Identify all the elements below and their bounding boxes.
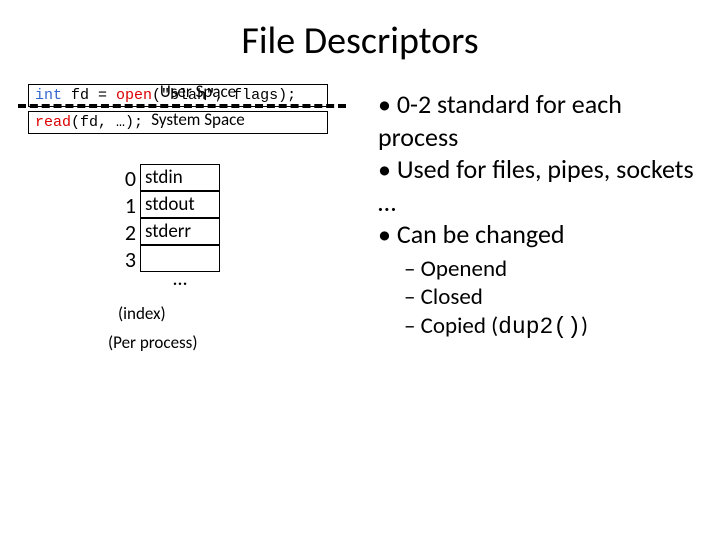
list-item: 0-2 standard for each process: [378, 88, 700, 153]
space-labels: User Space System Space: [48, 82, 348, 131]
table-row: 1 stdout: [118, 192, 368, 219]
content-area: int fd = open("blah", flags); read(fd, ……: [0, 74, 720, 353]
list-item: Openend: [404, 255, 700, 284]
page-title: File Descriptors: [0, 0, 720, 74]
sub-text: Copied (: [421, 312, 498, 340]
right-column: 0-2 standard for each process Used for f…: [368, 84, 700, 353]
user-space-label: User Space: [48, 82, 348, 102]
per-process-caption: (Per process): [108, 332, 368, 353]
fd-index: 2: [118, 219, 140, 246]
sub-list: Openend Closed Copied (dup2()): [404, 255, 700, 342]
code-dup2: dup2(): [498, 314, 581, 340]
fd-name: stderr: [140, 218, 220, 245]
fd-index: 0: [118, 165, 140, 192]
index-caption: (index): [118, 303, 368, 324]
fd-ellipsis: …: [140, 273, 220, 293]
table-row: 2 stderr: [118, 219, 368, 246]
list-item: Can be changed Openend Closed Copied (du…: [378, 218, 700, 342]
fd-name: stdin: [140, 164, 220, 191]
fd-name: stdout: [140, 191, 220, 218]
fd-index: 3: [118, 246, 140, 273]
system-space-label: System Space: [48, 110, 348, 130]
fd-index: 1: [118, 192, 140, 219]
bullet-list: 0-2 standard for each process Used for f…: [378, 88, 700, 342]
left-column: int fd = open("blah", flags); read(fd, ……: [28, 84, 368, 353]
bullet-text: Can be changed: [397, 218, 565, 250]
list-item: Copied (dup2()): [404, 312, 700, 342]
sub-text: ): [581, 312, 588, 340]
list-item: Closed: [404, 283, 700, 312]
table-row: 3: [118, 246, 368, 273]
fd-table: 0 stdin 1 stdout 2 stderr 3 …: [118, 165, 368, 293]
list-item: Used for files, pipes, sockets …: [378, 153, 700, 218]
space-divider: [18, 104, 346, 108]
table-row: 0 stdin: [118, 165, 368, 192]
